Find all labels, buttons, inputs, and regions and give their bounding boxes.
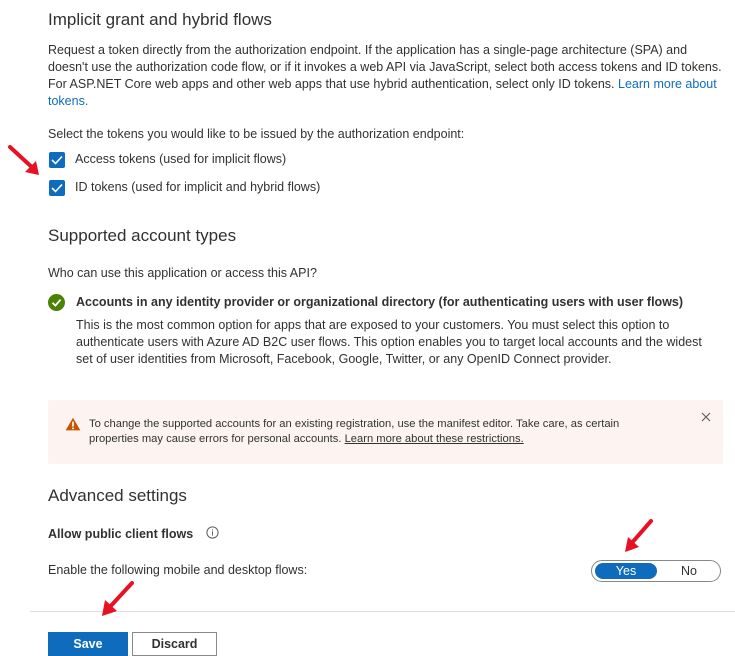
advanced-settings-heading: Advanced settings xyxy=(48,486,187,505)
mobile-desktop-flows-label: Enable the following mobile and desktop … xyxy=(48,563,308,577)
implicit-desc-line2: doesn't use the authorization code flow,… xyxy=(48,60,722,74)
learn-more-tokens-link-cont[interactable]: tokens. xyxy=(48,93,88,110)
account-option-line3: set of user identities from Microsoft, F… xyxy=(76,352,612,366)
account-option-line1: This is the most common option for apps … xyxy=(76,318,670,332)
warning-icon xyxy=(65,417,81,436)
implicit-grant-heading: Implicit grant and hybrid flows xyxy=(48,10,272,29)
account-option-title: Accounts in any identity provider or org… xyxy=(76,295,684,309)
warning-text: To change the supported accounts for an … xyxy=(89,417,619,447)
checkmark-icon xyxy=(51,155,63,165)
implicit-desc-line1: Request a token directly from the author… xyxy=(48,43,688,57)
warning-line2-wrap: properties may cause errors for personal… xyxy=(89,432,619,447)
close-icon[interactable] xyxy=(700,410,712,428)
learn-more-tokens-link[interactable]: Learn more about xyxy=(618,77,717,91)
token-select-prompt: Select the tokens you would like to be i… xyxy=(48,127,465,141)
access-tokens-label[interactable]: Access tokens (used for implicit flows) xyxy=(75,152,286,166)
access-tokens-checkbox[interactable] xyxy=(49,152,65,168)
discard-button[interactable]: Discard xyxy=(132,632,217,656)
id-tokens-checkbox[interactable] xyxy=(49,180,65,196)
warning-line2: properties may cause errors for personal… xyxy=(89,433,342,445)
account-option-line2: authenticate users with Azure AD B2C use… xyxy=(76,335,702,349)
id-tokens-label[interactable]: ID tokens (used for implicit and hybrid … xyxy=(75,180,320,194)
annotation-arrow-icon xyxy=(6,144,44,178)
annotation-arrow-icon xyxy=(619,517,657,555)
public-client-label: Allow public client flows xyxy=(48,527,194,541)
annotation-arrow-icon xyxy=(96,578,138,620)
implicit-desc-line3-text: For ASP.NET Core web apps and other web … xyxy=(48,77,615,91)
account-types-heading: Supported account types xyxy=(48,226,237,245)
info-icon[interactable] xyxy=(206,526,219,544)
save-button[interactable]: Save xyxy=(48,632,128,656)
toggle-yes-option[interactable]: Yes xyxy=(595,563,657,579)
learn-more-restrictions-link[interactable]: Learn more about these restrictions. xyxy=(345,433,524,445)
success-check-icon xyxy=(48,294,65,311)
warning-banner: To change the supported accounts for an … xyxy=(48,400,723,464)
public-client-toggle[interactable]: Yes No xyxy=(591,560,721,582)
implicit-desc-line3: For ASP.NET Core web apps and other web … xyxy=(48,76,717,93)
toggle-no-option[interactable]: No xyxy=(658,563,720,579)
checkmark-icon xyxy=(51,183,63,193)
account-types-question: Who can use this application or access t… xyxy=(48,266,317,280)
warning-line1: To change the supported accounts for an … xyxy=(89,418,620,430)
